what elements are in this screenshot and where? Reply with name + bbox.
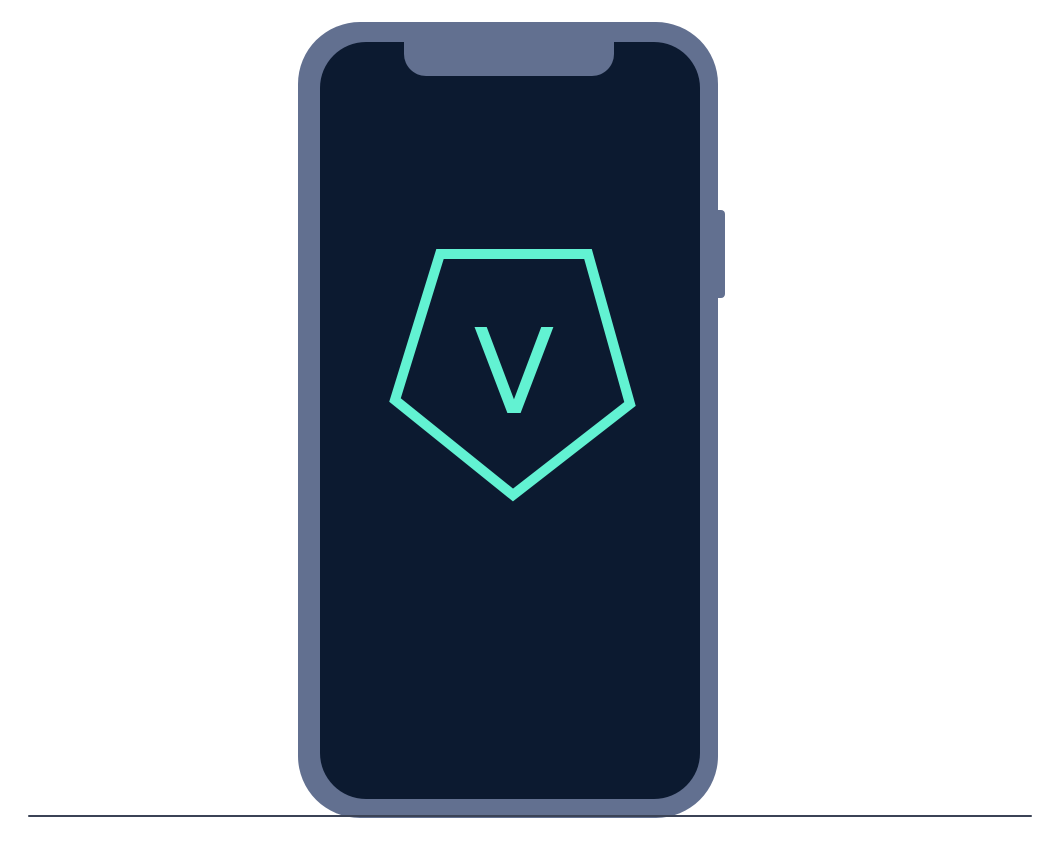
phone-notch: [404, 38, 614, 76]
ground-line: [28, 815, 1032, 817]
shield-logo-icon: V: [389, 249, 636, 502]
logo-letter: V: [474, 303, 555, 441]
illustration-stage: V: [0, 0, 1059, 856]
